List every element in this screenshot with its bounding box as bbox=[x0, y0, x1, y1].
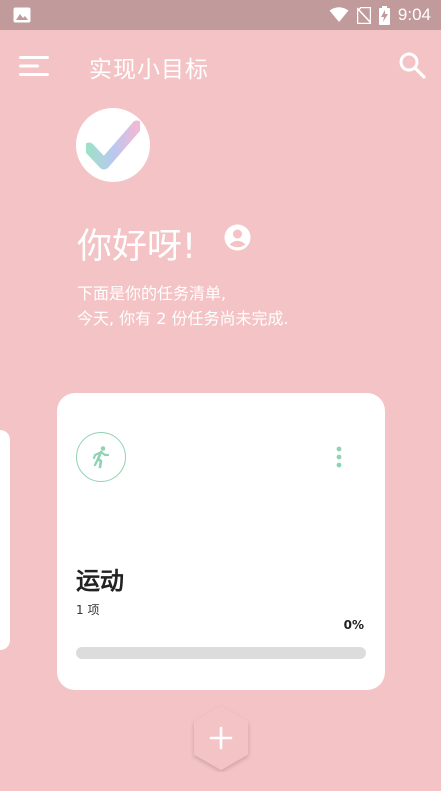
running-person-icon bbox=[92, 446, 110, 469]
no-sim-icon bbox=[356, 6, 371, 24]
battery-charging-icon bbox=[378, 5, 390, 25]
add-task-button[interactable] bbox=[190, 704, 252, 772]
checkmark-logo-icon bbox=[86, 120, 140, 170]
category-icon-circle bbox=[76, 432, 126, 482]
progress-percent: 0% bbox=[343, 618, 364, 632]
menu-icon[interactable] bbox=[19, 54, 51, 78]
summary-line-1: 下面是你的任务清单, bbox=[77, 284, 227, 303]
task-summary: 下面是你的任务清单, 今天, 你有 2 份任务尚未完成. bbox=[77, 281, 289, 331]
profile-icon[interactable] bbox=[224, 224, 251, 251]
progress-bar bbox=[76, 647, 366, 659]
previous-card-peek[interactable] bbox=[0, 430, 10, 650]
task-category-card[interactable]: 运动 1 项 0% bbox=[57, 393, 385, 690]
wifi-icon bbox=[329, 7, 349, 22]
search-icon[interactable] bbox=[398, 51, 426, 79]
summary-line-2: 今天, 你有 2 份任务尚未完成. bbox=[77, 309, 289, 328]
task-count: 1 项 bbox=[76, 603, 100, 617]
app-title: 实现小目标 bbox=[89, 57, 209, 83]
card-title: 运动 bbox=[76, 567, 124, 595]
status-time: 9:04 bbox=[397, 5, 431, 24]
more-options-icon[interactable] bbox=[333, 445, 345, 469]
greeting-text: 你好呀! bbox=[77, 227, 197, 267]
gallery-icon bbox=[13, 7, 31, 23]
status-bar: 9:04 bbox=[0, 0, 441, 30]
app-logo bbox=[76, 108, 150, 182]
